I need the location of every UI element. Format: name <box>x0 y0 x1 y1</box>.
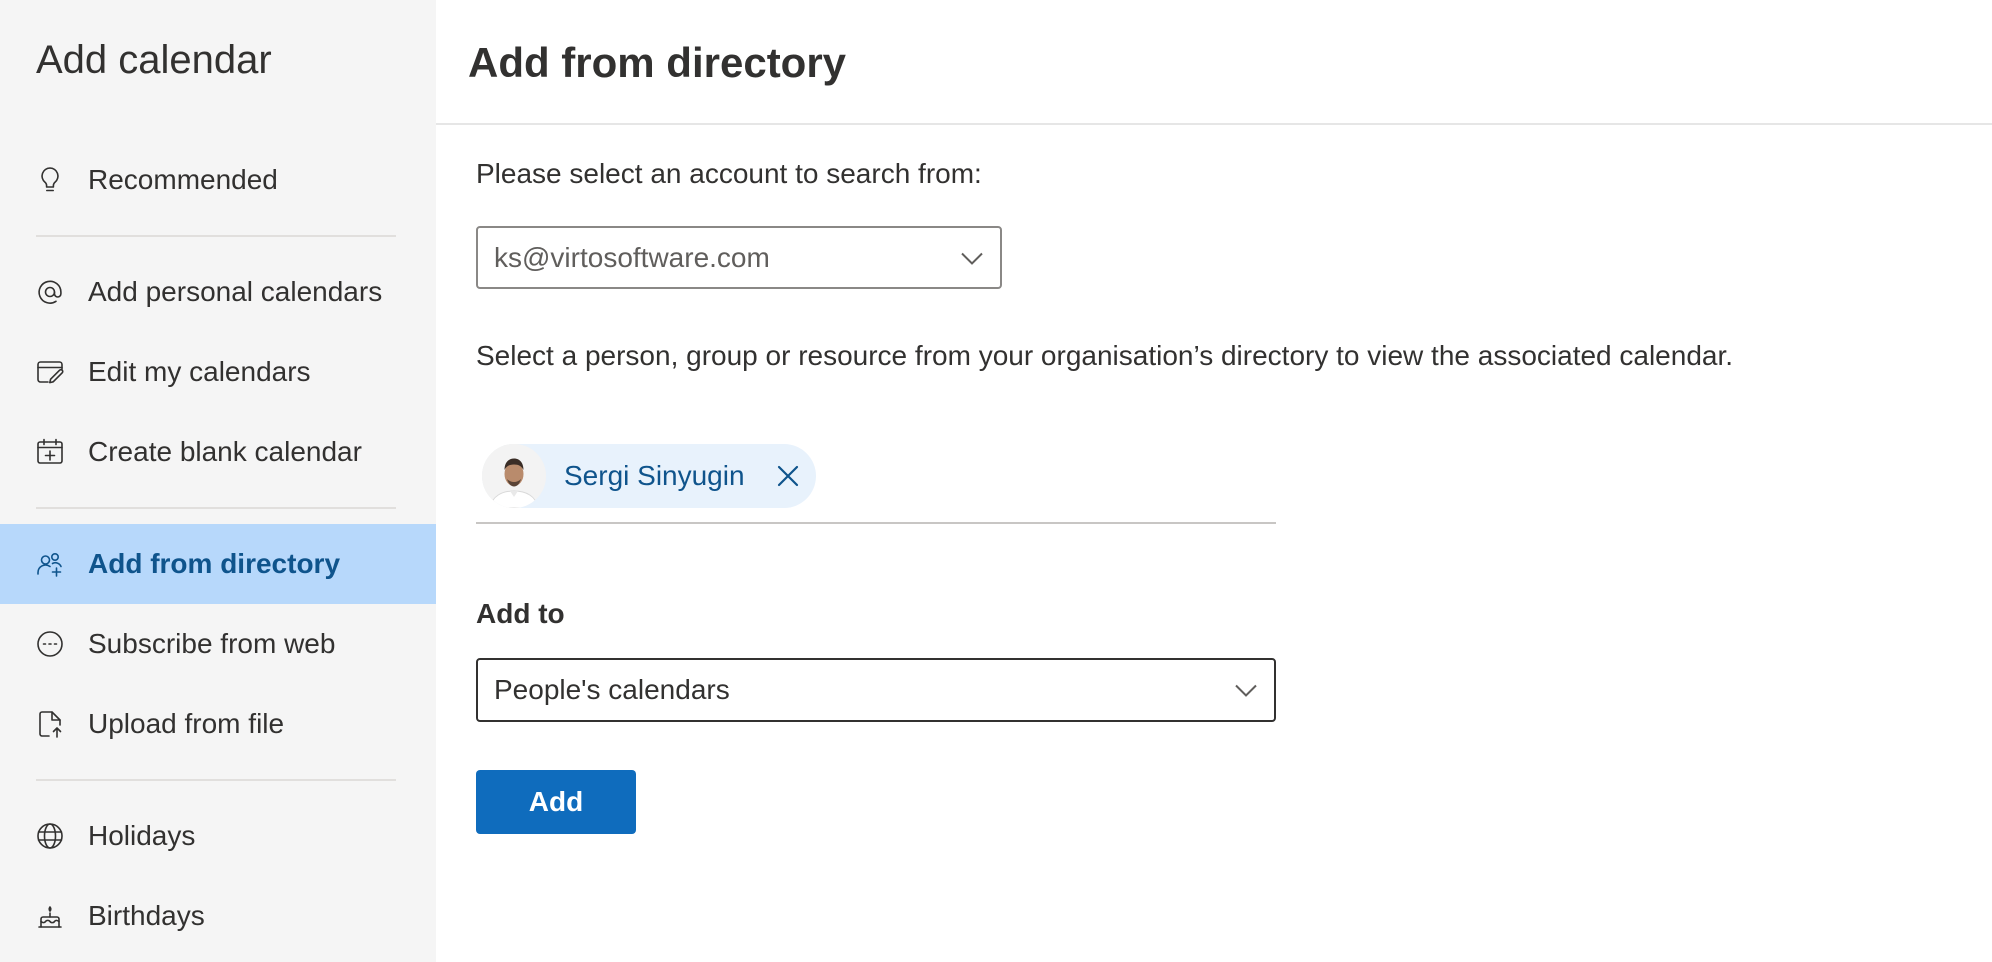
add-to-dropdown[interactable]: People's calendars <box>476 658 1276 722</box>
at-sign-icon <box>34 276 66 308</box>
directory-description: Select a person, group or resource from … <box>476 340 1734 371</box>
edit-calendar-icon <box>34 356 66 388</box>
sidebar-item-label: Upload from file <box>88 708 285 739</box>
page-title: Add from directory <box>468 39 847 86</box>
add-to-label: Add to <box>476 598 565 629</box>
sidebar-divider <box>36 779 396 781</box>
selected-person-name: Sergi Sinyugin <box>564 460 745 491</box>
add-button[interactable]: Add <box>476 770 636 834</box>
people-add-icon <box>34 548 66 580</box>
main-header: Add from directory <box>436 0 1992 125</box>
sidebar-item-birthdays[interactable]: Birthdays <box>0 876 436 956</box>
sidebar-item-label: Add from directory <box>88 548 341 579</box>
sidebar-item-add-from-directory[interactable]: Add from directory <box>0 524 436 604</box>
sidebar-item-holidays[interactable]: Holidays <box>0 796 436 876</box>
sidebar-item-add-personal-calendars[interactable]: Add personal calendars <box>0 252 436 332</box>
chevron-down-icon <box>1232 676 1260 704</box>
sidebar-item-label: Subscribe from web <box>88 628 336 659</box>
remove-person-button[interactable] <box>772 460 804 492</box>
sidebar-item-label: Holidays <box>88 820 196 851</box>
calendar-add-icon <box>34 436 66 468</box>
avatar <box>482 444 546 508</box>
sidebar-divider <box>36 235 396 237</box>
selected-person-chip[interactable]: Sergi Sinyugin <box>482 444 816 508</box>
lightbulb-icon <box>34 164 66 196</box>
sidebar-divider <box>36 507 396 509</box>
close-icon <box>777 465 799 487</box>
chevron-down-icon <box>958 244 986 272</box>
sidebar-item-label: Create blank calendar <box>88 436 362 467</box>
sidebar-item-create-blank-calendar[interactable]: Create blank calendar <box>0 412 436 492</box>
sidebar: Add calendar Recommended Add personal ca… <box>0 0 436 962</box>
sidebar-title: Add calendar <box>36 38 272 82</box>
sidebar-item-label: Edit my calendars <box>88 356 311 387</box>
account-prompt: Please select an account to search from: <box>476 158 982 189</box>
file-upload-icon <box>34 708 66 740</box>
web-link-icon <box>34 628 66 660</box>
add-to-dropdown-value: People's calendars <box>494 674 730 705</box>
sidebar-item-recommended[interactable]: Recommended <box>0 140 436 220</box>
account-dropdown[interactable]: ks@virtosoftware.com <box>476 226 1002 289</box>
sidebar-item-label: Birthdays <box>88 900 205 931</box>
cake-icon <box>34 900 66 932</box>
sidebar-item-upload-from-file[interactable]: Upload from file <box>0 684 436 764</box>
sidebar-item-label: Add personal calendars <box>88 276 383 307</box>
people-picker[interactable]: Sergi Sinyugin <box>476 436 1276 524</box>
account-dropdown-value: ks@virtosoftware.com <box>494 241 770 273</box>
sidebar-item-edit-my-calendars[interactable]: Edit my calendars <box>0 332 436 412</box>
sidebar-item-label: Recommended <box>88 164 278 195</box>
sidebar-item-subscribe-from-web[interactable]: Subscribe from web <box>0 604 436 684</box>
globe-icon <box>34 820 66 852</box>
